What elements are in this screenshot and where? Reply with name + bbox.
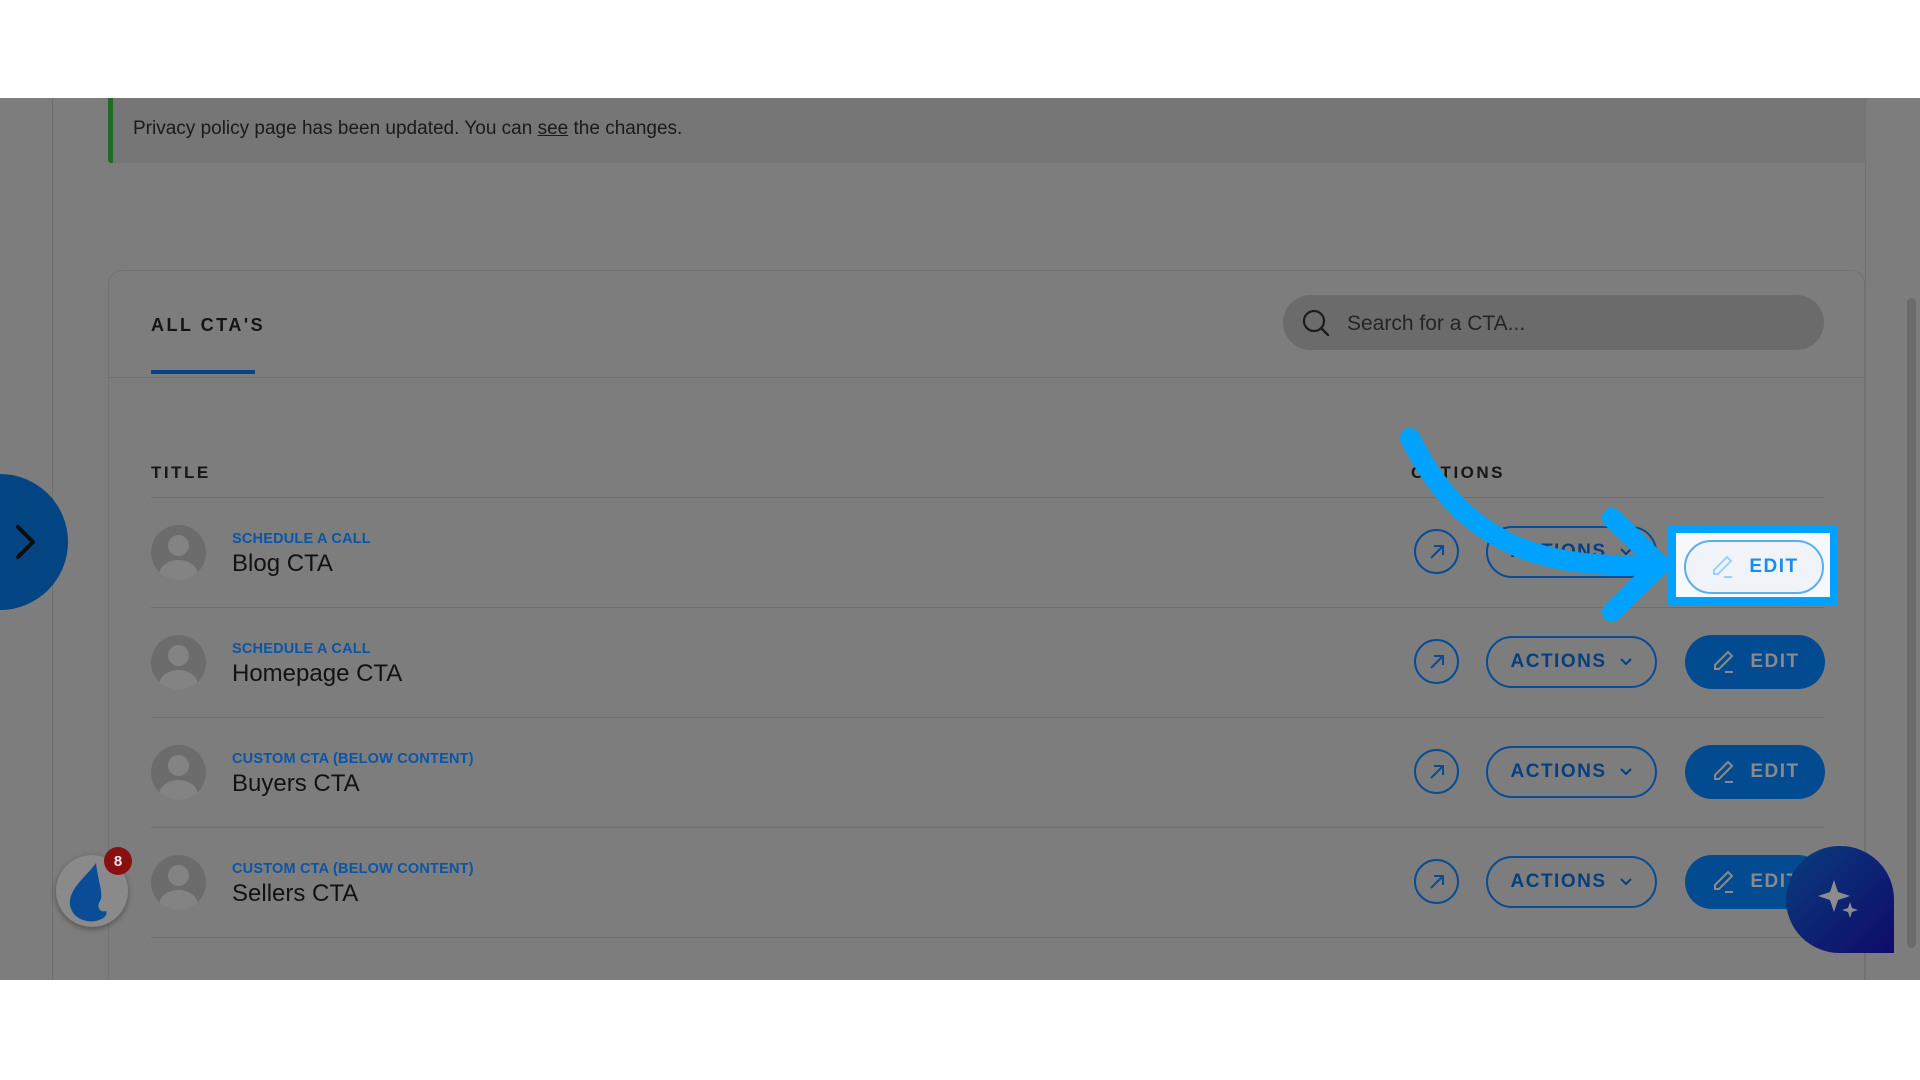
actions-label: ACTIONS — [1510, 651, 1607, 672]
table-row: SCHEDULE A CALL Blog CTA ACTIONS — [151, 498, 1824, 608]
cta-title[interactable]: Sellers CTA — [232, 880, 358, 908]
chevron-down-icon — [1619, 658, 1632, 666]
cta-type-label: CUSTOM CTA (BELOW CONTENT) — [232, 751, 474, 767]
actions-label: ACTIONS — [1510, 761, 1607, 782]
avatar — [151, 525, 206, 580]
actions-dropdown-button[interactable]: ACTIONS — [1486, 856, 1657, 908]
actions-dropdown-button[interactable]: ACTIONS — [1486, 746, 1657, 798]
table-row: CUSTOM CTA (BELOW CONTENT) Buyers CTA AC… — [151, 718, 1825, 828]
open-cta-button[interactable] — [1414, 749, 1459, 794]
cta-title[interactable]: Blog CTA — [232, 550, 333, 578]
column-header-options: OPTIONS — [1411, 463, 1506, 482]
privacy-notice-banner: Privacy policy page has been updated. Yo… — [108, 98, 1865, 163]
pencil-icon — [1714, 870, 1734, 893]
arrow-up-right-icon — [1429, 544, 1444, 559]
table-row: SCHEDULE A CALL Homepage CTA ACTIONS EDI… — [151, 608, 1825, 718]
notice-text-before: Privacy policy page has been updated. Yo… — [133, 118, 538, 139]
column-header-title: TITLE — [151, 463, 211, 482]
sparkle-icon — [1818, 880, 1858, 918]
edit-label: EDIT — [1750, 761, 1800, 782]
cta-list-card: ALL CTA'S TITLE OPTIONS SCHEDULE A CALL … — [108, 270, 1865, 980]
cta-type-label: SCHEDULE A CALL — [232, 531, 371, 547]
notice-text: Privacy policy page has been updated. Yo… — [133, 118, 682, 140]
avatar — [151, 855, 206, 910]
open-cta-button[interactable] — [1414, 639, 1459, 684]
chevron-down-icon — [1619, 878, 1632, 886]
open-cta-button[interactable] — [1414, 529, 1459, 574]
actions-dropdown-button[interactable]: ACTIONS — [1486, 636, 1657, 688]
cta-type-label: SCHEDULE A CALL — [232, 641, 371, 657]
highlighted-edit-wrapper: EDIT — [1684, 540, 1824, 594]
pencil-icon — [1714, 760, 1734, 783]
cta-title[interactable]: Homepage CTA — [232, 660, 402, 688]
actions-label: ACTIONS — [1510, 541, 1607, 562]
open-cta-button[interactable] — [1414, 859, 1459, 904]
search-input[interactable] — [1345, 295, 1809, 352]
cta-title[interactable]: Buyers CTA — [232, 770, 360, 798]
edit-button[interactable]: EDIT — [1685, 745, 1825, 799]
cta-table-body: SCHEDULE A CALL Blog CTA ACTIONS SCHEDUL… — [151, 498, 1825, 938]
avatar — [151, 635, 206, 690]
edit-label: EDIT — [1750, 651, 1800, 672]
arrow-up-right-icon — [1429, 654, 1444, 669]
edit-button[interactable]: EDIT — [1685, 635, 1825, 689]
pencil-icon — [1713, 555, 1733, 578]
search-box[interactable] — [1283, 295, 1824, 352]
edit-button-highlighted[interactable]: EDIT — [1684, 540, 1824, 594]
see-changes-link[interactable]: see — [538, 118, 569, 139]
avatar — [151, 745, 206, 800]
cta-type-label: CUSTOM CTA (BELOW CONTENT) — [232, 861, 474, 877]
tab-all-ctas[interactable]: ALL CTA'S — [151, 315, 265, 336]
chevron-down-icon — [1619, 548, 1632, 556]
search-icon — [1302, 309, 1330, 337]
pencil-icon — [1714, 650, 1734, 673]
ai-assistant-button[interactable] — [1786, 846, 1894, 953]
actions-dropdown-button[interactable]: ACTIONS — [1486, 526, 1657, 578]
active-tab-indicator — [151, 370, 255, 374]
notice-text-after: the changes. — [568, 118, 683, 139]
table-row: CUSTOM CTA (BELOW CONTENT) Sellers CTA A… — [151, 828, 1825, 938]
vertical-scrollbar[interactable] — [1907, 298, 1916, 948]
page-overlay: Privacy policy page has been updated. Yo… — [0, 98, 1920, 980]
chevron-right-icon — [16, 525, 35, 559]
arrow-up-right-icon — [1429, 764, 1444, 779]
edit-label: EDIT — [1749, 556, 1799, 577]
chevron-down-icon — [1619, 768, 1632, 776]
content-right-border — [1865, 98, 1866, 980]
tabs-divider — [109, 377, 1864, 378]
actions-label: ACTIONS — [1510, 871, 1607, 892]
sidebar-expand-button[interactable] — [0, 474, 68, 610]
notification-badge: 8 — [104, 847, 132, 875]
arrow-up-right-icon — [1429, 874, 1444, 889]
